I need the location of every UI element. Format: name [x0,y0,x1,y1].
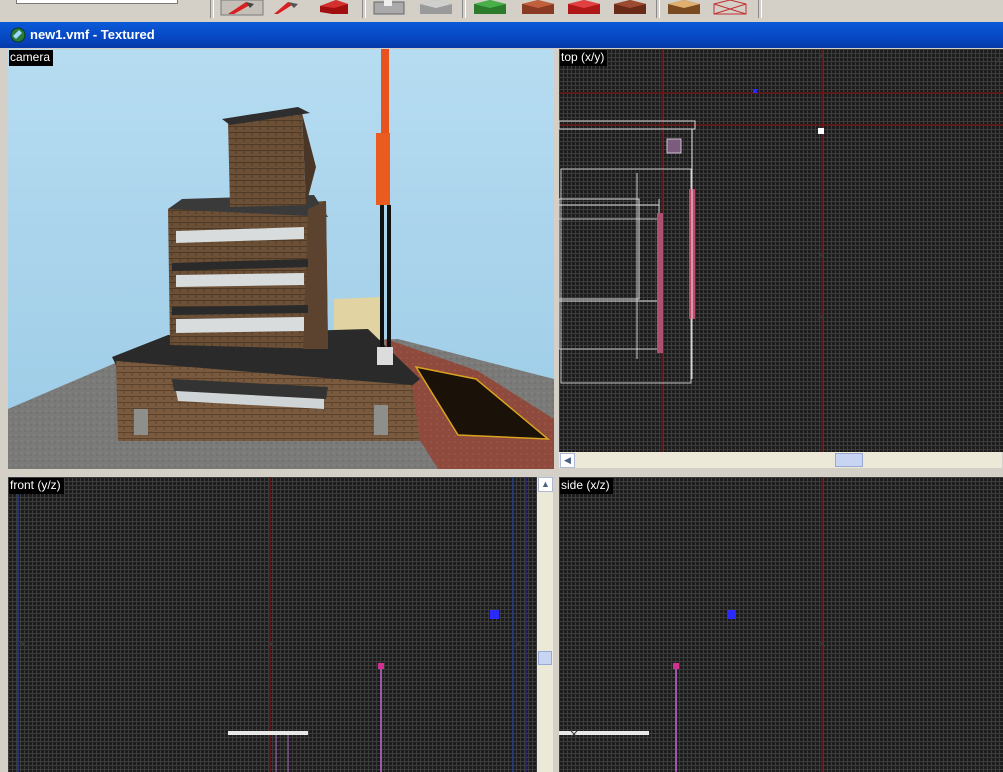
side-viewport-label: side (x/z) [560,478,613,494]
top-viewport-label: top (x/y) [560,50,608,66]
block-tool-icon[interactable] [414,0,458,16]
top-viewport[interactable]: top (x/y) [559,49,1003,452]
entity-tool-icon[interactable] [368,0,412,16]
toolbar-separator [462,0,466,18]
scroll-up-icon[interactable]: ▲ [538,477,553,492]
window-title: new1.vmf - Textured [30,27,155,42]
selection-tool-icon[interactable] [220,0,264,16]
toolbar-field[interactable] [16,0,178,4]
texture-application-icon[interactable] [468,0,512,16]
apply-texture-icon[interactable] [516,0,560,16]
front-view-geometry [17,477,527,772]
toolbar-separator [656,0,660,18]
horizontal-scroll-thumb[interactable] [835,453,863,467]
camera-tool-icon[interactable] [312,0,356,16]
toolbar-separator [210,0,214,18]
camera-scene [8,49,554,469]
front-viewport[interactable]: front (y/z) [8,477,537,772]
toolbar-separator [758,0,762,18]
side-viewport[interactable]: side (x/z) [559,477,1003,772]
vertex-tool-icon[interactable] [708,0,752,16]
hammer-app-icon [10,27,26,43]
top-view-geometry [559,49,1003,452]
clipping-tool-icon[interactable] [662,0,706,16]
scroll-left-icon[interactable]: ◀ [560,453,575,468]
overlay-tool-icon[interactable] [608,0,652,16]
camera-viewport[interactable]: camera [8,49,554,469]
top-viewport-horizontal-scrollbar[interactable]: ◀ [559,452,1002,468]
front-viewport-label: front (y/z) [9,478,64,494]
toolbar-separator [362,0,366,18]
camera-viewport-label: camera [9,50,54,66]
vertical-scroll-thumb[interactable] [538,651,552,665]
side-view-geometry [559,477,826,772]
toolbar [0,0,1003,23]
decal-tool-icon[interactable] [562,0,606,16]
magnify-tool-icon[interactable] [266,0,310,16]
front-viewport-vertical-scrollbar[interactable]: ▲ [537,477,553,772]
document-title-bar[interactable]: new1.vmf - Textured [0,22,1003,48]
